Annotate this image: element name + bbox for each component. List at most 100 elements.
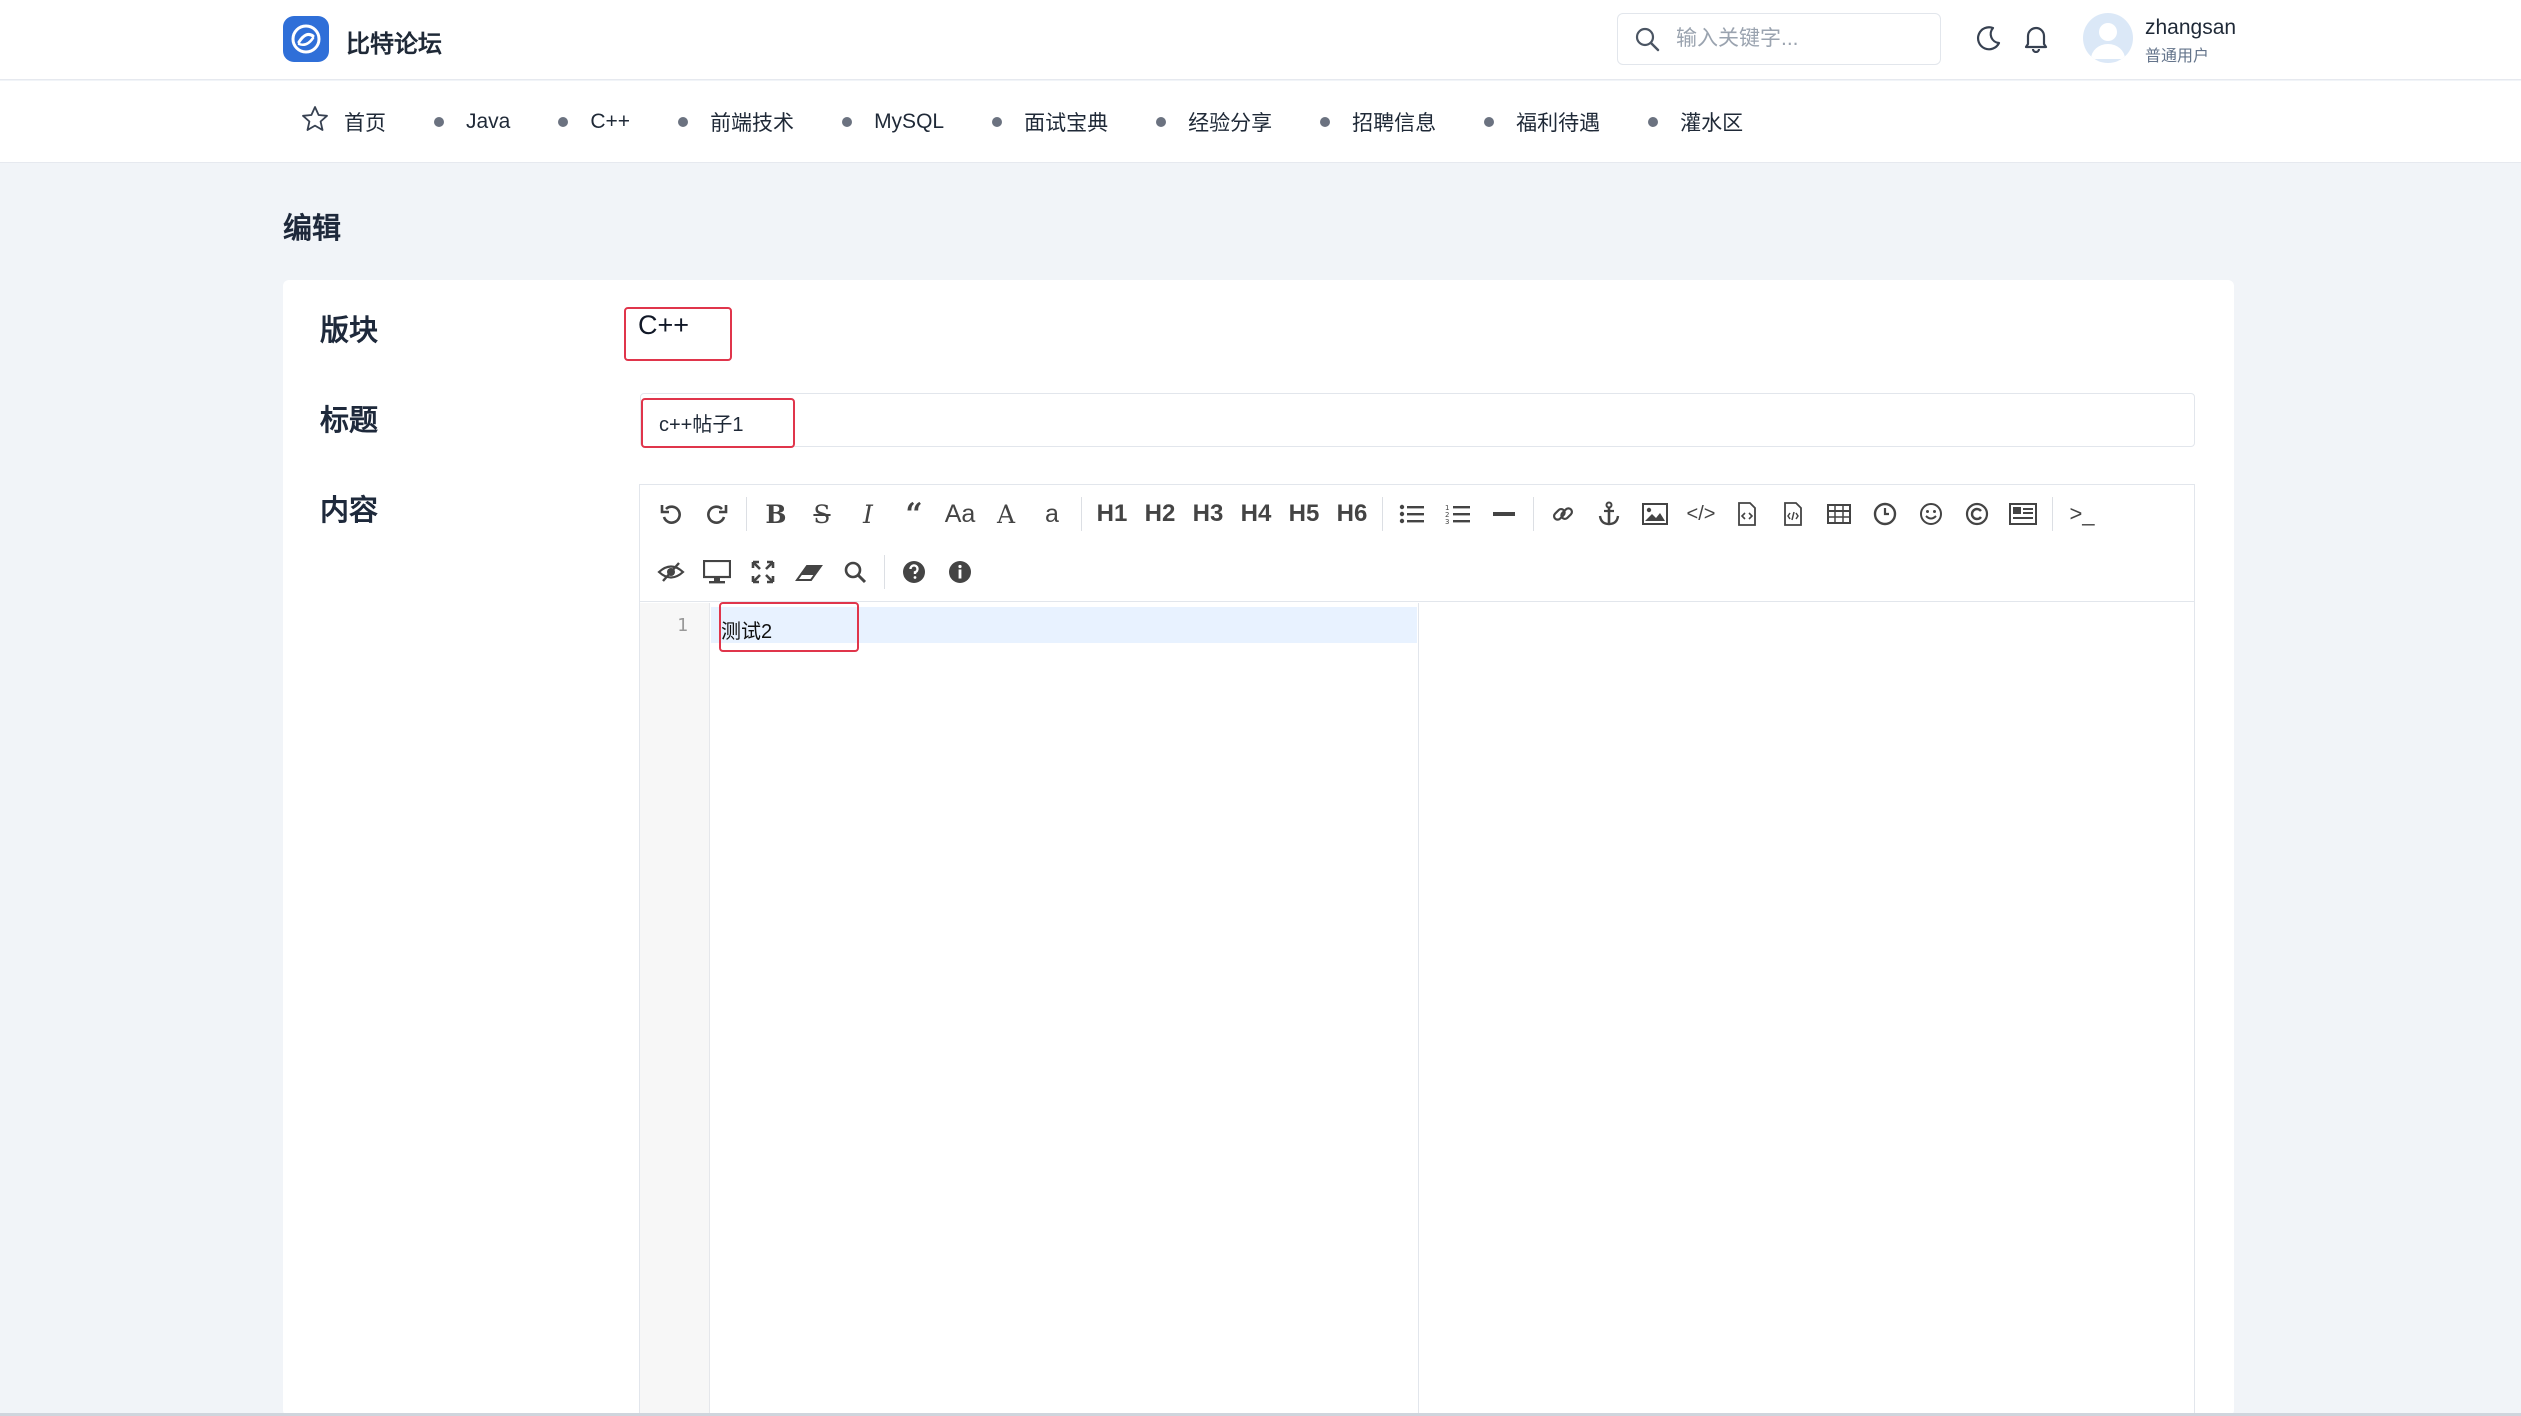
quote-icon[interactable]: “ (891, 492, 937, 536)
nav-label: 面试宝典 (1024, 112, 1109, 135)
heading-1-button[interactable]: H1 (1088, 492, 1136, 536)
bullet-icon (842, 117, 853, 127)
font-uppercase-icon[interactable]: A (983, 492, 1029, 536)
bullet-icon (1320, 117, 1331, 127)
title-input-value: c++帖子1 (659, 414, 744, 436)
heading-3-button[interactable]: H3 (1184, 492, 1232, 536)
help-icon[interactable] (891, 550, 937, 594)
editor-toolbar: B S I “ Aa A a H1 H2 H3 H4 H5 H6 123 </> (640, 485, 2194, 602)
toolbar-divider (1533, 497, 1534, 531)
pagebreak-icon[interactable] (2000, 492, 2046, 536)
preformatted-file-icon[interactable] (1770, 492, 1816, 536)
heading-4-button[interactable]: H4 (1232, 492, 1280, 536)
bullet-icon (434, 117, 444, 127)
active-line-highlight (711, 607, 1417, 643)
bullet-icon (1156, 117, 1167, 127)
nav-item-jobs[interactable]: 招聘信息 (1320, 107, 1436, 137)
bold-icon[interactable]: B (753, 492, 799, 536)
toolbar-divider (884, 555, 885, 589)
undo-icon[interactable] (648, 492, 694, 536)
page-title: 编辑 (283, 213, 342, 245)
nav-item-interview[interactable]: 面试宝典 (992, 107, 1108, 137)
forum-logo-icon[interactable] (283, 16, 329, 62)
markdown-preview-pane (1418, 603, 2194, 1416)
nav-item-frontend[interactable]: 前端技术 (678, 107, 794, 137)
line-number-gutter: 1 (640, 603, 710, 1416)
line-number: 1 (677, 615, 688, 636)
star-icon (300, 104, 330, 140)
heading-6-button[interactable]: H6 (1328, 492, 1376, 536)
nav-item-experience[interactable]: 经验分享 (1156, 107, 1272, 137)
eraser-icon[interactable] (786, 550, 832, 594)
anchor-icon[interactable] (1586, 492, 1632, 536)
svg-text:3: 3 (1445, 518, 1449, 525)
hide-preview-icon[interactable] (648, 550, 694, 594)
info-icon[interactable] (937, 550, 983, 594)
bullet-icon (1648, 117, 1659, 127)
link-icon[interactable] (1540, 492, 1586, 536)
category-navbar: 首页 Java C++ 前端技术 MySQL 面试宝典 经验分享 招聘信息 福利… (0, 81, 2521, 163)
nav-item-water[interactable]: 灌水区 (1648, 107, 1743, 137)
nav-item-home[interactable]: 首页 (300, 104, 386, 140)
terminal-icon[interactable]: >_ (2059, 492, 2105, 536)
fullscreen-icon[interactable] (740, 550, 786, 594)
top-header: 比特论坛 zhangsan 普通用户 (0, 0, 2521, 80)
unordered-list-icon[interactable] (1389, 492, 1435, 536)
nav-label: 经验分享 (1188, 112, 1273, 135)
toolbar-divider (1081, 497, 1082, 531)
content-label: 内容 (320, 495, 379, 527)
nav-label: 招聘信息 (1352, 112, 1437, 135)
board-label: 版块 (320, 315, 379, 347)
ordered-list-icon[interactable]: 123 (1435, 492, 1481, 536)
heading-2-button[interactable]: H2 (1136, 492, 1184, 536)
nav-label: 灌水区 (1680, 112, 1744, 135)
heading-5-button[interactable]: H5 (1280, 492, 1328, 536)
strikethrough-icon[interactable]: S (799, 492, 845, 536)
code-icon[interactable]: </> (1678, 492, 1724, 536)
search-box[interactable] (1617, 13, 1941, 65)
markdown-editor: B S I “ Aa A a H1 H2 H3 H4 H5 H6 123 </> (639, 484, 2195, 1416)
title-label: 标题 (320, 405, 379, 437)
user-role: 普通用户 (2145, 48, 2210, 65)
board-value: C++ (638, 310, 690, 340)
horizontal-rule-icon[interactable] (1481, 492, 1527, 536)
nav-label: Java (466, 110, 511, 133)
nav-label: MySQL (874, 110, 945, 133)
nav-item-cpp[interactable]: C++ (558, 110, 630, 134)
bullet-icon (558, 117, 569, 127)
copyright-icon[interactable] (1954, 492, 2000, 536)
lowercase-icon[interactable]: a (1029, 492, 1075, 536)
toolbar-divider (746, 497, 747, 531)
bullet-icon (678, 117, 689, 127)
moon-icon[interactable] (1973, 24, 2003, 59)
nav-label: 首页 (344, 112, 386, 135)
italic-icon[interactable]: I (845, 492, 891, 536)
user-name[interactable]: zhangsan (2145, 16, 2236, 40)
markdown-input-pane[interactable]: 测试2 (711, 603, 1417, 1416)
search-input[interactable] (1676, 24, 1926, 54)
nav-label: C++ (590, 110, 631, 133)
clock-icon[interactable] (1862, 492, 1908, 536)
fullscreen-preview-icon[interactable] (694, 550, 740, 594)
title-input[interactable]: c++帖子1 (640, 393, 2195, 447)
nav-item-java[interactable]: Java (434, 110, 510, 134)
redo-icon[interactable] (694, 492, 740, 536)
search-replace-icon[interactable] (832, 550, 878, 594)
bullet-icon (992, 117, 1003, 127)
table-icon[interactable] (1816, 492, 1862, 536)
toolbar-divider (1382, 497, 1383, 531)
bullet-icon (1484, 117, 1495, 127)
nav-item-mysql[interactable]: MySQL (842, 110, 944, 134)
bell-icon[interactable] (2022, 23, 2050, 58)
search-icon[interactable] (1634, 26, 1660, 57)
image-icon[interactable] (1632, 492, 1678, 536)
nav-item-benefits[interactable]: 福利待遇 (1484, 107, 1600, 137)
emoji-icon[interactable] (1908, 492, 1954, 536)
uppercase-icon[interactable]: Aa (937, 492, 983, 536)
editor-content[interactable]: 测试2 (721, 615, 772, 644)
code-file-icon[interactable] (1724, 492, 1770, 536)
toolbar-divider (2052, 497, 2053, 531)
brand-name[interactable]: 比特论坛 (346, 24, 442, 59)
nav-label: 福利待遇 (1516, 112, 1601, 135)
avatar[interactable] (2083, 13, 2133, 63)
